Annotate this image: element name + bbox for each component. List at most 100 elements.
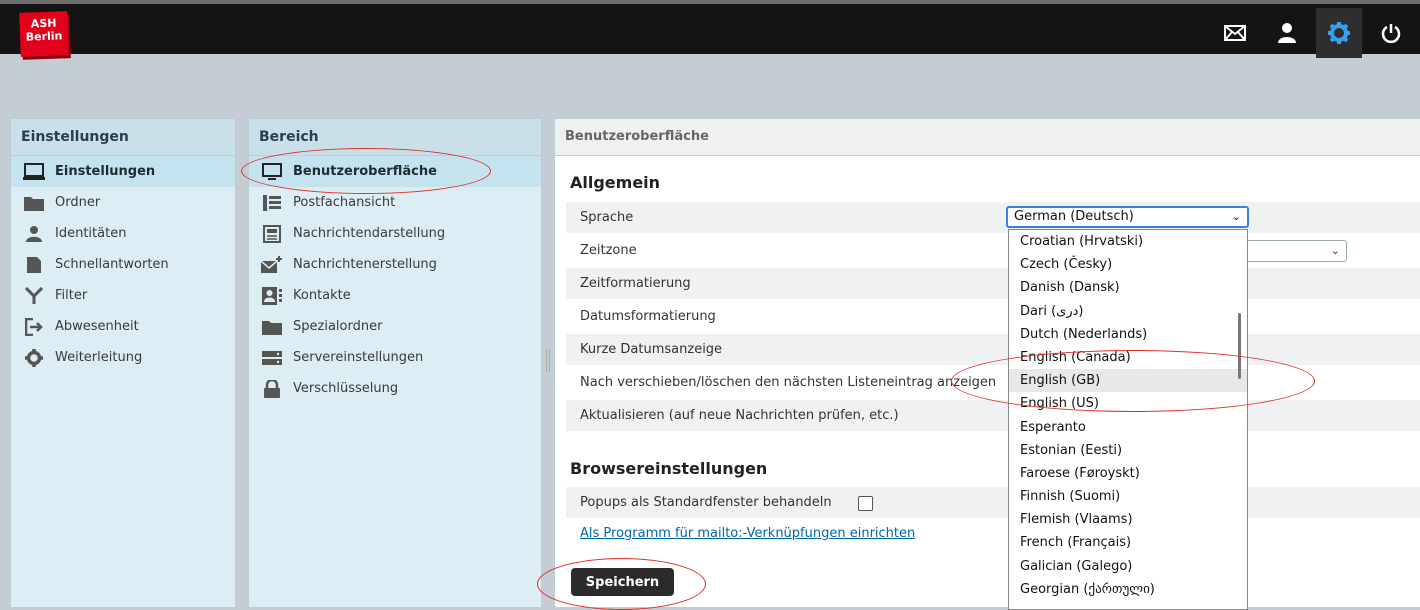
nav-item-postfachansicht[interactable]: Postfachansicht xyxy=(249,187,541,218)
nav-item-kontakte[interactable]: Kontakte xyxy=(249,280,541,311)
nav-item-label: Nachrichtenerstellung xyxy=(293,257,437,272)
mailto-handler-link[interactable]: Als Programm für mailto:-Verknüpfungen e… xyxy=(580,526,915,541)
language-option[interactable]: Czech (Česky) xyxy=(1009,253,1247,276)
setting-label: Sprache xyxy=(580,210,634,225)
nav-item-weiterleitung[interactable]: Weiterleitung xyxy=(11,342,235,373)
gear-icon xyxy=(23,348,45,367)
logo[interactable]: ASH Berlin xyxy=(19,11,69,57)
list-icon xyxy=(261,194,283,212)
nav-item-abwesenheit[interactable]: Abwesenheit xyxy=(11,311,235,342)
language-option[interactable]: Croatian (Hrvatski) xyxy=(1009,230,1247,253)
language-option[interactable]: Danish (Dansk) xyxy=(1009,276,1247,299)
language-option[interactable]: English (Canada) xyxy=(1009,346,1247,369)
setting-row-date-format: Datumsformatierung xyxy=(566,301,1420,332)
language-option[interactable]: Esperanto xyxy=(1009,416,1247,439)
nav-item-label: Filter xyxy=(55,288,88,303)
language-option[interactable]: Galician (Galego) xyxy=(1009,555,1247,578)
mail-icon[interactable] xyxy=(1212,8,1258,58)
section-title-browser: Browsereinstellungen xyxy=(570,459,768,478)
nav-item-nachrichtenerstellung[interactable]: Nachrichtenerstellung xyxy=(249,249,541,280)
panel-resize-handle[interactable] xyxy=(546,350,550,372)
popups-checkbox[interactable] xyxy=(858,496,873,511)
timezone-select[interactable]: ⌄ xyxy=(1240,240,1347,262)
user-icon[interactable] xyxy=(1264,8,1310,58)
nav-item-label: Servereinstellungen xyxy=(293,350,424,365)
language-option[interactable]: Georgian (ქართული) xyxy=(1009,578,1247,601)
compose-mail-icon xyxy=(261,255,283,274)
language-option[interactable]: Dutch (Nederlands) xyxy=(1009,323,1247,346)
save-button[interactable]: Speichern xyxy=(571,568,674,596)
language-option[interactable]: Estonian (Eesti) xyxy=(1009,439,1247,462)
settings-panel-header: Einstellungen xyxy=(11,119,235,156)
settings-panel: Einstellungen Einstellungen Ordner Ident… xyxy=(10,118,236,608)
setting-row-next-item: Nach verschieben/löschen den nächsten Li… xyxy=(566,367,1420,398)
nav-item-identitaeten[interactable]: Identitäten xyxy=(11,218,235,249)
folder-icon xyxy=(23,194,45,212)
language-option[interactable]: Flemish (Vlaams) xyxy=(1009,508,1247,531)
language-select-value: German (Deutsch) xyxy=(1014,209,1134,224)
nav-item-label: Einstellungen xyxy=(55,164,156,179)
nav-item-spezialordner[interactable]: Spezialordner xyxy=(249,311,541,342)
nav-item-nachrichtendarstellung[interactable]: Nachrichtendarstellung xyxy=(249,218,541,249)
nav-item-ordner[interactable]: Ordner xyxy=(11,187,235,218)
nav-item-label: Kontakte xyxy=(293,288,351,303)
setting-label: Zeitformatierung xyxy=(580,276,691,291)
setting-label: Popups als Standardfenster behandeln xyxy=(580,495,832,510)
area-panel: Bereich Benutzeroberfläche Postfachansic… xyxy=(248,118,542,608)
language-option[interactable]: French (Français) xyxy=(1009,531,1247,554)
setting-label: Nach verschieben/löschen den nächsten Li… xyxy=(580,375,997,390)
server-icon xyxy=(261,349,283,367)
setting-row-mailto: Als Programm für mailto:-Verknüpfungen e… xyxy=(566,518,1420,549)
nav-item-label: Ordner xyxy=(55,195,101,210)
nav-item-label: Verschlüsselung xyxy=(293,381,399,396)
setting-row-time-format: Zeitformatierung xyxy=(566,268,1420,299)
language-option[interactable]: Finnish (Suomi) xyxy=(1009,485,1247,508)
nav-item-schnellantworten[interactable]: Schnellantworten xyxy=(11,249,235,280)
nav-item-benutzeroberflaeche[interactable]: Benutzeroberfläche xyxy=(249,156,541,187)
section-title-general: Allgemein xyxy=(570,173,661,192)
area-panel-header: Bereich xyxy=(249,119,541,156)
chevron-down-icon: ⌄ xyxy=(1231,210,1241,223)
setting-row-short-date: Kurze Datumsanzeige xyxy=(566,334,1420,365)
power-icon[interactable] xyxy=(1368,8,1414,58)
nav-item-label: Schnellantworten xyxy=(55,257,169,272)
language-select[interactable]: German (Deutsch) ⌄ xyxy=(1006,206,1249,228)
language-dropdown-list[interactable]: Croatian (Hrvatski) Czech (Česky) Danish… xyxy=(1008,229,1248,610)
exit-icon xyxy=(23,317,45,336)
lock-icon xyxy=(261,379,283,398)
top-bar: ASH Berlin xyxy=(0,0,1420,58)
setting-label: Kurze Datumsanzeige xyxy=(580,342,723,357)
newspaper-icon xyxy=(261,224,283,243)
language-option[interactable]: Faroese (Føroyskt) xyxy=(1009,462,1247,485)
language-option-highlighted[interactable]: English (GB) xyxy=(1009,369,1247,393)
content-panel-header: Benutzeroberfläche xyxy=(555,119,1420,156)
setting-row-language: Sprache xyxy=(566,202,1420,233)
nav-item-servereinstellungen[interactable]: Servereinstellungen xyxy=(249,342,541,373)
setting-row-refresh: Aktualisieren (auf neue Nachrichten prüf… xyxy=(566,400,1420,431)
nav-item-einstellungen[interactable]: Einstellungen xyxy=(11,156,235,187)
folder-icon xyxy=(261,318,283,336)
language-option[interactable]: Dari (دری) xyxy=(1009,300,1247,323)
nav-item-label: Spezialordner xyxy=(293,319,383,334)
nav-item-verschluesselung[interactable]: Verschlüsselung xyxy=(249,373,541,404)
setting-label: Zeitzone xyxy=(580,243,637,258)
gear-icon[interactable] xyxy=(1316,8,1362,58)
setting-row-popups: Popups als Standardfenster behandeln xyxy=(566,487,1420,518)
dropdown-scrollbar-thumb[interactable] xyxy=(1238,313,1241,379)
nav-item-label: Weiterleitung xyxy=(55,350,143,365)
contact-card-icon xyxy=(261,286,283,305)
language-option[interactable]: English (US) xyxy=(1009,392,1247,415)
setting-label: Aktualisieren (auf neue Nachrichten prüf… xyxy=(580,408,899,423)
chevron-down-icon: ⌄ xyxy=(1330,244,1340,257)
filter-icon xyxy=(23,286,45,305)
nav-item-label: Benutzeroberfläche xyxy=(293,164,437,179)
document-icon xyxy=(23,256,45,274)
nav-item-label: Postfachansicht xyxy=(293,195,396,210)
nav-item-label: Nachrichtendarstellung xyxy=(293,226,446,241)
nav-item-label: Identitäten xyxy=(55,226,127,241)
logo-text-line2: Berlin xyxy=(25,29,63,44)
person-icon xyxy=(23,225,45,243)
monitor-icon xyxy=(23,162,45,181)
setting-label: Datumsformatierung xyxy=(580,309,716,324)
nav-item-filter[interactable]: Filter xyxy=(11,280,235,311)
